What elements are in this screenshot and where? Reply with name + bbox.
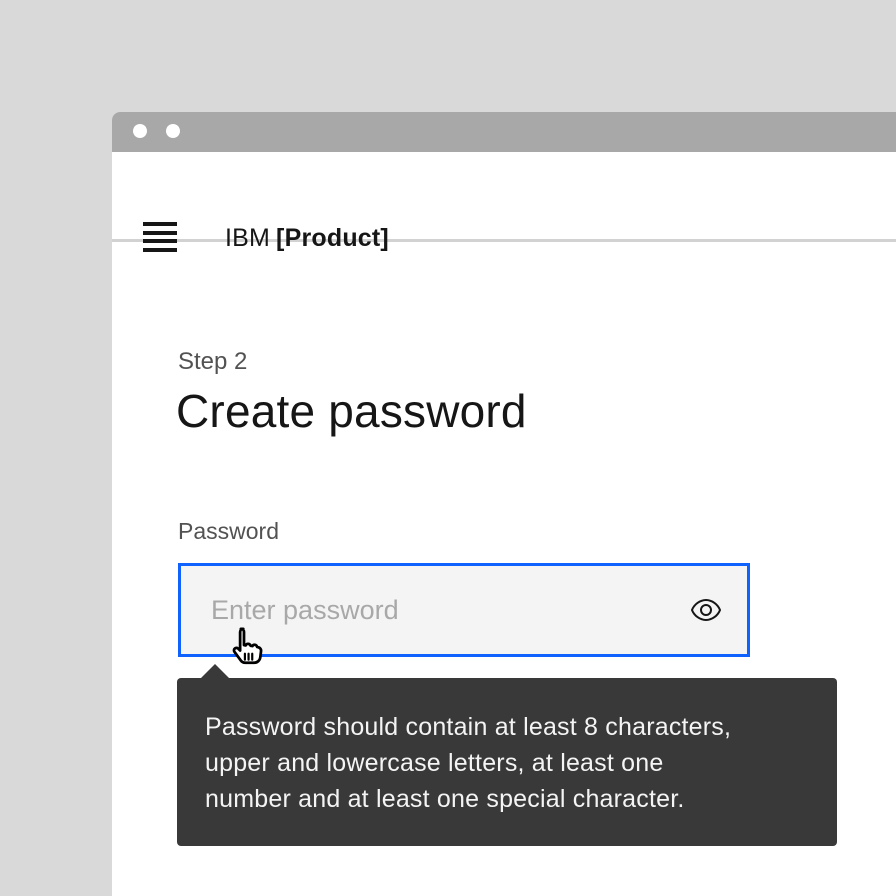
- window-titlebar: [112, 112, 896, 152]
- browser-window: IBM[Product] Step 2 Create password Pass…: [112, 112, 896, 896]
- brand-prefix: IBM: [225, 224, 270, 252]
- app-header: IBM[Product]: [112, 152, 896, 242]
- menu-bar: [143, 231, 177, 235]
- step-label: Step 2: [178, 348, 247, 376]
- window-control-dot[interactable]: [166, 124, 180, 138]
- menu-bar: [143, 248, 177, 252]
- menu-bar: [143, 239, 177, 243]
- password-requirements-tooltip: Password should contain at least 8 chara…: [177, 678, 837, 846]
- password-input[interactable]: [178, 563, 750, 657]
- eye-view-icon: [690, 594, 722, 626]
- page-title: Create password: [176, 384, 527, 438]
- tooltip-text: Password should contain at least 8 chara…: [205, 709, 821, 817]
- tooltip-caret: [201, 664, 229, 678]
- password-field-label: Password: [178, 518, 279, 545]
- brand-product: [Product]: [276, 224, 389, 252]
- window-control-dot[interactable]: [133, 124, 147, 138]
- show-password-button[interactable]: [688, 592, 724, 628]
- password-input-wrap: [178, 563, 750, 657]
- menu-bar: [143, 222, 177, 226]
- brand-title: IBM[Product]: [225, 224, 389, 253]
- hamburger-menu-icon[interactable]: [143, 222, 177, 252]
